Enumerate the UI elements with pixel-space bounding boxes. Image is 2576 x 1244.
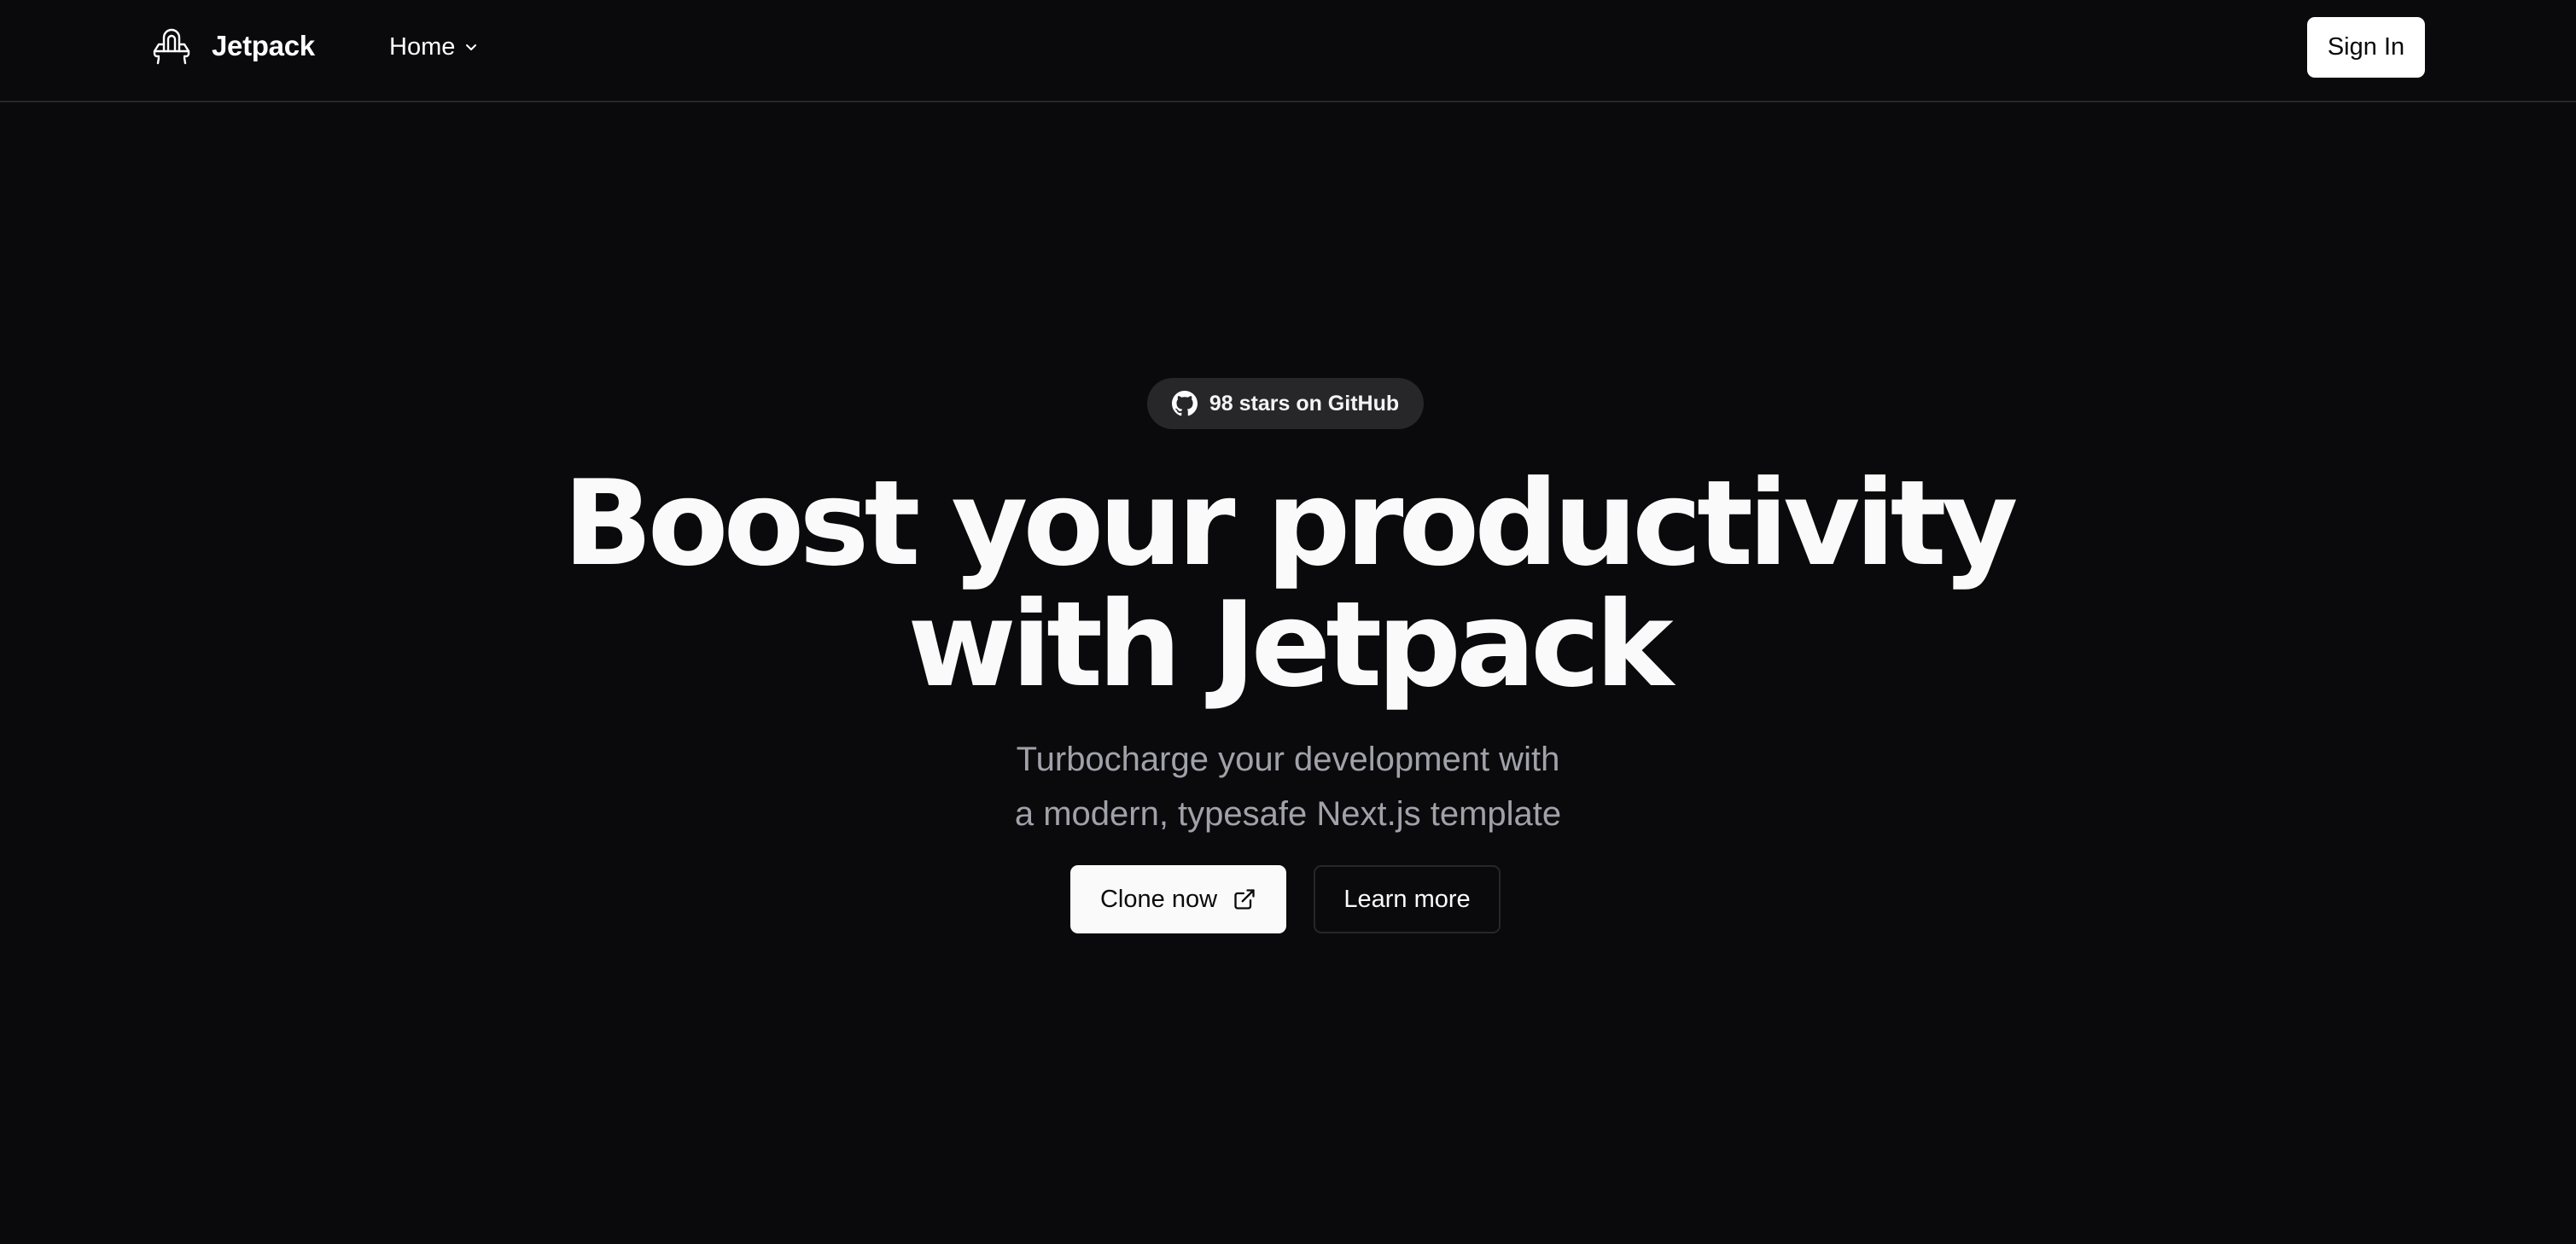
github-stars-label: 98 stars on GitHub: [1209, 391, 1400, 416]
clone-now-label: Clone now: [1099, 885, 1218, 913]
learn-more-button[interactable]: Learn more: [1314, 865, 1501, 933]
site-header: Jetpack Home Sign In: [0, 0, 2576, 102]
landing-page: Jetpack Home Sign In 98 stars on GitHub …: [0, 0, 2576, 1244]
hero-subtitle: Turbocharge your development with a mode…: [0, 732, 2576, 841]
nav-home-dropdown[interactable]: Home: [389, 26, 479, 68]
hero-headline: Boost your productivity with Jetpack: [0, 463, 2576, 706]
hero-headline-line-1: Boost your productivity: [562, 455, 2019, 592]
github-icon: [1171, 391, 1198, 416]
github-stars-badge[interactable]: 98 stars on GitHub: [1147, 378, 1424, 429]
jetpack-logo-icon: [153, 28, 190, 65]
external-link-icon: [1234, 889, 1255, 910]
chevron-down-icon: [466, 44, 477, 50]
nav-home-label: Home: [389, 32, 456, 61]
hero-cta-group: Clone now Learn more: [0, 865, 2576, 933]
hero-subtitle-line-1: Turbocharge your development with: [1016, 741, 1560, 778]
hero-headline-line-2: with Jetpack: [907, 576, 1673, 713]
brand-logo-link[interactable]: Jetpack: [150, 22, 315, 70]
hero-subtitle-line-2: a modern, typesafe Next.js template: [1014, 795, 1562, 833]
sign-in-button[interactable]: Sign In: [2307, 17, 2425, 78]
brand-name: Jetpack: [212, 30, 315, 61]
clone-now-button[interactable]: Clone now: [1070, 865, 1286, 933]
